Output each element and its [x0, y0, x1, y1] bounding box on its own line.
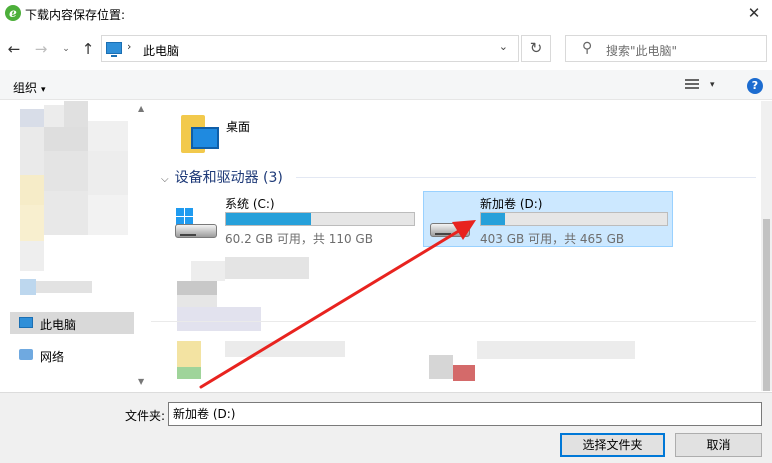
blurred-region [177, 367, 201, 379]
blurred-region [88, 195, 128, 235]
blurred-region [225, 257, 309, 279]
drive-space-info: 403 GB 可用，共 465 GB [480, 232, 625, 246]
footer-bar: 文件夹: 新加卷 (D:) 选择文件夹 取消 [0, 392, 772, 463]
blurred-region [20, 127, 44, 175]
drive-space-info: 60.2 GB 可用，共 110 GB [225, 232, 373, 246]
section-title: 设备和驱动器 (3) [174, 170, 283, 186]
breadcrumb-this-pc[interactable]: 此电脑 [143, 42, 179, 59]
section-divider [296, 177, 756, 178]
drive-usage-fill [226, 213, 311, 225]
content-scrollbar[interactable] [761, 101, 772, 391]
organize-menu-button[interactable]: 组织 ▾ [13, 79, 46, 96]
computer-icon [106, 42, 122, 57]
drive-item-d[interactable]: 新加卷 (D:) 403 GB 可用，共 465 GB [423, 191, 673, 247]
folder-field[interactable]: 新加卷 (D:) [168, 402, 762, 426]
section-heading-devices[interactable]: ⌵ 设备和驱动器 (3) [161, 167, 283, 187]
blurred-region [88, 121, 128, 151]
blurred-region [20, 109, 44, 127]
blurred-region [44, 151, 88, 191]
blurred-region [477, 341, 635, 359]
view-options-caret-icon[interactable]: ▾ [710, 80, 715, 90]
drive-usage-fill [481, 213, 506, 225]
title-bar: e 下载内容保存位置: ✕ [0, 0, 772, 30]
drive-name: 新加卷 (D:) [480, 197, 543, 211]
drive-usage-bar [225, 212, 415, 226]
folder-field-label: 文件夹: [125, 409, 166, 423]
scrollbar-thumb[interactable] [763, 219, 770, 391]
blurred-region [44, 105, 64, 127]
blurred-region [429, 355, 453, 379]
blurred-region [20, 205, 44, 241]
blurred-divider [151, 321, 756, 322]
blurred-region [177, 295, 217, 307]
blurred-region [44, 127, 88, 151]
forward-arrow-icon[interactable]: → [33, 40, 49, 58]
sidebar-item-this-pc[interactable]: 此电脑 [10, 312, 134, 334]
refresh-button[interactable]: ↻ [521, 35, 551, 62]
collapse-chevron-icon: ⌵ [161, 174, 169, 185]
breadcrumb-separator-icon[interactable]: › [127, 40, 131, 53]
blurred-region [177, 307, 261, 331]
window-title: 下载内容保存位置: [25, 8, 126, 22]
cancel-button[interactable]: 取消 [675, 433, 762, 457]
blurred-region [177, 341, 201, 367]
network-icon [19, 349, 33, 360]
command-toolbar: 组织 ▾ ▾ [0, 70, 772, 100]
sidebar-item-network[interactable]: 网络 [10, 344, 134, 366]
navigation-pane: 此电脑 网络 [0, 101, 150, 392]
caret-down-icon: ▾ [41, 85, 46, 95]
blurred-region [191, 261, 225, 281]
blurred-region [20, 241, 44, 271]
hard-drive-icon [430, 223, 470, 237]
blurred-region [20, 279, 36, 295]
search-placeholder: 搜索"此电脑" [606, 44, 678, 58]
blurred-region [453, 365, 475, 381]
blurred-region [44, 191, 88, 235]
sidebar-item-label: 此电脑 [40, 318, 77, 332]
blurred-region [88, 151, 128, 195]
help-icon[interactable]: ? [747, 78, 763, 94]
blurred-region [225, 341, 345, 357]
organize-label: 组织 [13, 81, 38, 95]
blurred-region [177, 281, 217, 295]
chevron-down-icon[interactable]: ⌄ [499, 40, 508, 53]
desktop-folder-icon[interactable] [181, 113, 221, 155]
sidebar-item-label: 网络 [40, 350, 65, 364]
back-arrow-icon[interactable]: ← [6, 40, 22, 58]
view-options-icon[interactable] [685, 79, 699, 91]
scroll-up-icon[interactable]: ▲ [138, 104, 144, 113]
blurred-region [36, 281, 92, 293]
content-pane: 桌面 ⌵ 设备和驱动器 (3) 系统 (C:) 60.2 GB 可用，共 110 … [151, 101, 761, 392]
computer-icon [19, 317, 33, 328]
hard-drive-icon [175, 224, 217, 238]
drive-item-c[interactable]: 系统 (C:) 60.2 GB 可用，共 110 GB [171, 192, 421, 248]
search-input[interactable]: ⚲ 搜索"此电脑" [565, 35, 767, 62]
folder-label-desktop[interactable]: 桌面 [226, 118, 250, 135]
search-icon: ⚲ [582, 40, 593, 56]
scroll-down-icon[interactable]: ▼ [138, 377, 144, 386]
blurred-region [20, 175, 44, 205]
drive-name: 系统 (C:) [225, 197, 275, 211]
address-bar[interactable]: › 此电脑 ⌄ [101, 35, 519, 62]
drive-usage-bar [480, 212, 668, 226]
close-button[interactable]: ✕ [744, 3, 764, 23]
recent-locations-chevron-icon[interactable]: ⌄ [60, 40, 72, 58]
select-folder-button[interactable]: 选择文件夹 [560, 433, 665, 457]
up-arrow-icon[interactable]: ↑ [80, 40, 96, 58]
ie-e-icon: e [5, 5, 21, 21]
blurred-region [64, 101, 88, 127]
navigation-pane-scrollbar[interactable]: ▲ ▼ [136, 101, 150, 391]
